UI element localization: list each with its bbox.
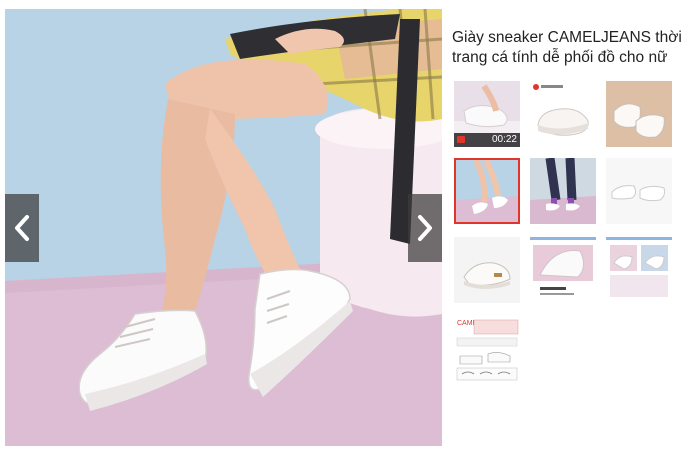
thumbnail-9[interactable] bbox=[606, 237, 672, 303]
thumbnail-7[interactable] bbox=[454, 237, 520, 303]
main-product-image[interactable] bbox=[5, 9, 442, 446]
video-duration-badge: 00:22 bbox=[454, 133, 520, 147]
next-image-button[interactable] bbox=[408, 194, 442, 262]
video-camera-icon bbox=[457, 136, 465, 143]
thumbnail-2[interactable] bbox=[530, 81, 596, 147]
thumbnail-video[interactable]: 00:22 bbox=[454, 81, 520, 147]
previous-image-button[interactable] bbox=[5, 194, 39, 262]
chevron-right-icon bbox=[418, 215, 432, 241]
thumbnail-5[interactable] bbox=[530, 158, 596, 224]
thumbnail-8[interactable] bbox=[530, 237, 596, 303]
thumbnail-6[interactable] bbox=[606, 158, 672, 224]
thumbnail-4[interactable] bbox=[454, 158, 520, 224]
thumbnail-10[interactable]: CAMEL bbox=[454, 316, 520, 382]
video-duration: 00:22 bbox=[491, 134, 517, 145]
thumbnail-3[interactable] bbox=[606, 81, 672, 147]
chevron-left-icon bbox=[15, 215, 29, 241]
product-title: Giày sneaker CAMELJEANS thời trang cá tí… bbox=[452, 29, 682, 66]
